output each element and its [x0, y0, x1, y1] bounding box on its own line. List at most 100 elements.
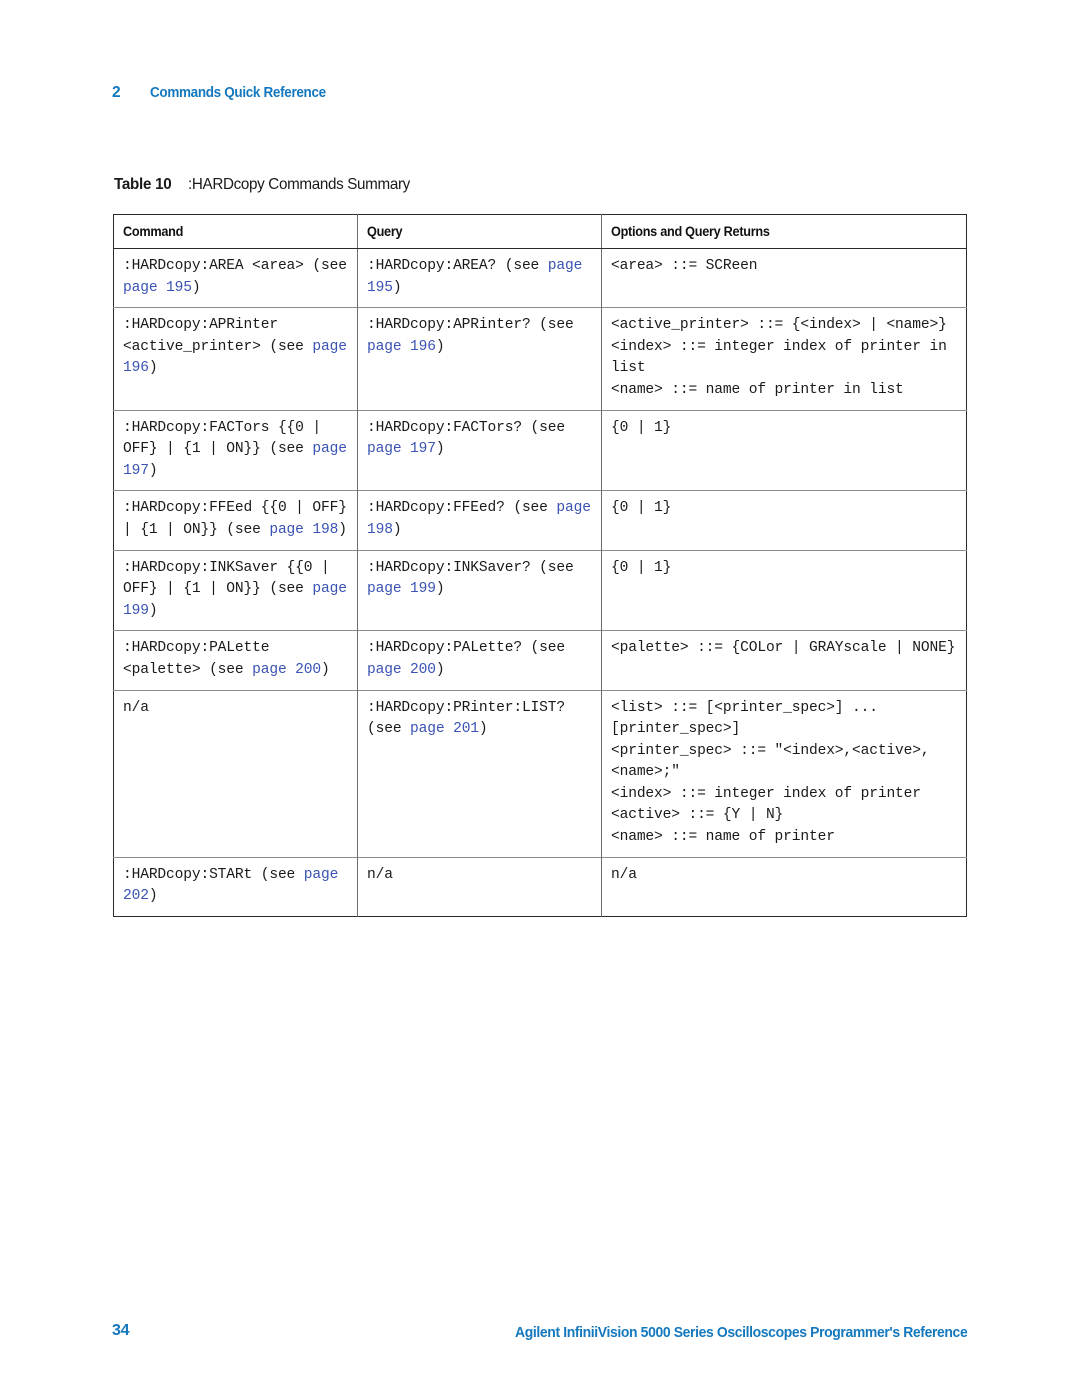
cell-text: ) — [148, 888, 158, 905]
cell-text: :HARDcopy:INKSaver? — [367, 559, 540, 576]
cell-text: (see — [530, 640, 574, 657]
cell-query: n/a — [357, 856, 602, 917]
table-caption-label: Table 10 — [114, 176, 172, 193]
cell-text: <palette> ::= {COLor | GRAYscale | NONE} — [611, 640, 956, 657]
cell-query: :HARDcopy:PRinter:LIST? (see page 201) — [357, 689, 602, 858]
chapter-number: 2 — [112, 84, 121, 101]
cell-text: ) — [478, 721, 488, 738]
column-header-options-label: Options and Query Returns — [611, 224, 770, 239]
table-row: :HARDcopy:PALette <palette> (see page 20… — [113, 630, 967, 690]
table-row: :HARDcopy:AREA <area> (see page 195):HAR… — [113, 248, 967, 308]
cell-text: :HARDcopy:AREA <area> — [123, 258, 313, 274]
column-header-query-label: Query — [367, 224, 403, 239]
cell-text: ) — [392, 279, 402, 296]
cell-options: <active_printer> ::= {<index> | <name>} … — [601, 307, 967, 411]
cell-text: <list> ::= [<printer_spec>] ... [printer… — [611, 699, 930, 846]
cell-options: {0 | 1} — [601, 549, 967, 631]
page-reference-link[interactable]: page 197 — [367, 441, 436, 457]
column-header-query: Query — [357, 214, 602, 249]
cell-options: n/a — [601, 856, 967, 917]
cell-text: ) — [148, 602, 158, 619]
cell-text: :HARDcopy:STARt (see — [123, 866, 304, 883]
cell-query: :HARDcopy:PALette? (see page 200) — [357, 630, 602, 690]
table-caption-text: :HARDcopy Commands Summary — [188, 176, 411, 193]
chapter-title: Commands Quick Reference — [150, 85, 326, 101]
table-row: :HARDcopy:APRinter <active_printer> (see… — [113, 307, 967, 411]
cell-text: :HARDcopy:FFEed? (see — [367, 500, 557, 517]
cell-text: (see — [539, 559, 583, 576]
page-reference-link[interactable]: page 195 — [123, 280, 192, 296]
cell-text: ) — [148, 360, 158, 377]
cell-text: n/a — [611, 866, 637, 883]
page-reference-link[interactable]: page 199 — [367, 581, 436, 597]
footer-document-title: Agilent InfiniiVision 5000 Series Oscill… — [514, 1324, 968, 1341]
page-reference-link[interactable]: page 196 — [367, 339, 436, 355]
cell-text: ) — [435, 581, 445, 598]
cell-text: <area> ::= SCReen — [611, 258, 758, 274]
page-running-header: 2 Commands Quick Reference — [112, 84, 339, 102]
cell-query: :HARDcopy:FFEed? (see page 198) — [357, 490, 602, 551]
page-reference-link[interactable]: page 200 — [367, 662, 436, 678]
column-header-command-label: Command — [123, 224, 184, 239]
cell-text: ) — [435, 441, 445, 458]
table-row: n/a:HARDcopy:PRinter:LIST? (see page 201… — [113, 689, 967, 858]
cell-command: :HARDcopy:PALette <palette> (see page 20… — [113, 630, 358, 690]
cell-text: (see — [530, 419, 574, 436]
cell-text: :HARDcopy:APRinter? — [367, 317, 540, 334]
cell-text: ) — [321, 661, 330, 678]
cell-query: :HARDcopy:AREA? (see page 195) — [357, 248, 602, 308]
cell-text: {0 | 1} — [611, 419, 672, 436]
cell-text: ) — [148, 462, 158, 479]
table-row: :HARDcopy:INKSaver {{0 | OFF} | {1 | ON}… — [113, 549, 967, 631]
cell-command: :HARDcopy:STARt (see page 202) — [113, 856, 358, 917]
cell-text: {0 | 1} — [611, 500, 672, 517]
cell-command: :HARDcopy:INKSaver {{0 | OFF} | {1 | ON}… — [113, 549, 358, 631]
cell-query: :HARDcopy:FACTors? (see page 197) — [357, 409, 602, 491]
cell-text: :HARDcopy:AREA? (see — [367, 258, 548, 274]
cell-options: {0 | 1} — [601, 490, 967, 551]
page-reference-link[interactable]: page 201 — [410, 721, 479, 737]
table-row: :HARDcopy:FFEed {{0 | OFF} | {1 | ON}} (… — [113, 490, 967, 551]
cell-text: :HARDcopy:INKSaver — [123, 559, 287, 576]
table-body: :HARDcopy:AREA <area> (see page 195):HAR… — [113, 248, 967, 917]
hardcopy-commands-table: Command Query Options and Query Returns … — [113, 214, 967, 917]
page-reference-link[interactable]: page 198 — [269, 522, 338, 538]
page-reference-link[interactable]: page 200 — [252, 662, 321, 678]
cell-command: :HARDcopy:FFEed {{0 | OFF} | {1 | ON}} (… — [113, 490, 358, 551]
cell-text: <palette> (see — [123, 661, 253, 678]
cell-text: :HARDcopy:PALette — [123, 640, 278, 657]
cell-text: (see — [269, 441, 313, 458]
cell-query: :HARDcopy:APRinter? (see page 196) — [357, 307, 602, 411]
cell-command: :HARDcopy:FACTors {{0 | OFF} | {1 | ON}}… — [113, 409, 358, 491]
column-header-options: Options and Query Returns — [601, 214, 967, 249]
cell-text: <active_printer> (see — [123, 338, 313, 355]
table-row: :HARDcopy:STARt (see page 202) n/a n/a — [113, 856, 967, 917]
cell-command: :HARDcopy:APRinter <active_printer> (see… — [113, 307, 358, 411]
table-header-row: Command Query Options and Query Returns — [113, 214, 967, 249]
cell-text: ) — [338, 521, 347, 538]
cell-text: (see — [539, 317, 583, 334]
cell-options: <palette> ::= {COLor | GRAYscale | NONE} — [601, 630, 967, 690]
cell-text: <active_printer> ::= {<index> | <name>} … — [611, 317, 947, 398]
footer-page-number: 34 — [112, 1322, 130, 1339]
cell-text: ) — [191, 279, 201, 296]
cell-text: :HARDcopy:APRinter — [123, 317, 287, 334]
cell-text: ) — [392, 521, 402, 538]
cell-text: (see — [312, 258, 356, 274]
cell-options: <list> ::= [<printer_spec>] ... [printer… — [601, 689, 967, 858]
cell-text: ) — [435, 338, 445, 355]
cell-query: :HARDcopy:INKSaver? (see page 199) — [357, 549, 602, 631]
cell-options: {0 | 1} — [601, 409, 967, 491]
table-row: :HARDcopy:FACTors {{0 | OFF} | {1 | ON}}… — [113, 409, 967, 491]
cell-text: :HARDcopy:FACTors? — [367, 419, 531, 436]
cell-command: :HARDcopy:AREA <area> (see page 195) — [113, 248, 358, 308]
page-footer: 34 Agilent InfiniiVision 5000 Series Osc… — [0, 1322, 1080, 1350]
cell-options: <area> ::= SCReen — [602, 249, 967, 308]
cell-text: :HARDcopy:PALette? — [367, 640, 531, 657]
cell-command: n/a — [113, 689, 358, 858]
cell-text: {0 | 1} — [611, 559, 672, 576]
table-header: Command Query Options and Query Returns — [113, 214, 967, 249]
table-caption: Table 10 :HARDcopy Commands Summary — [114, 176, 422, 194]
cell-text: n/a — [367, 866, 393, 883]
cell-text: ) — [435, 661, 445, 678]
